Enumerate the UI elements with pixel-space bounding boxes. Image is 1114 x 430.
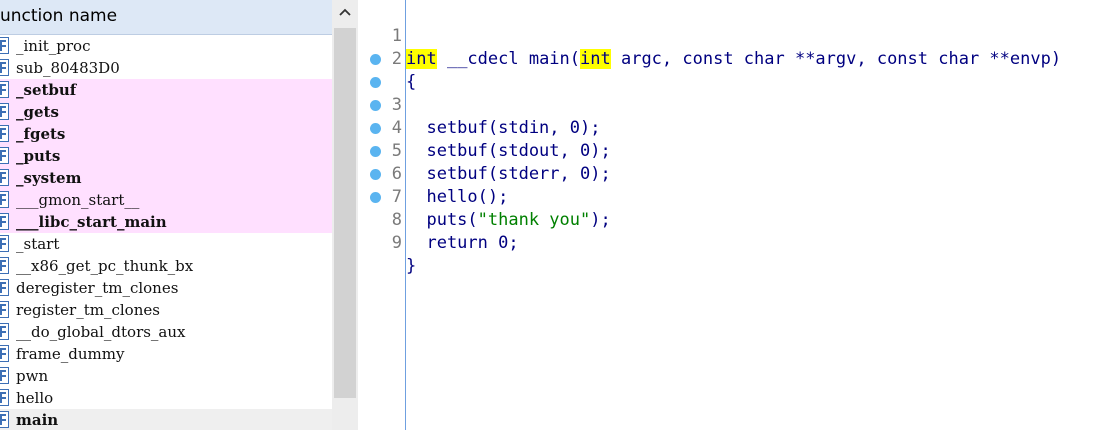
- function-icon: [0, 411, 9, 428]
- code-fragment: puts(: [406, 210, 478, 230]
- function-row[interactable]: register_tm_clones: [0, 299, 332, 321]
- breakpoint-marker[interactable]: [370, 123, 381, 134]
- function-row[interactable]: ___gmon_start__: [0, 189, 332, 211]
- code-line[interactable]: 5 setbuf(stderr, 0);: [358, 94, 1114, 184]
- breakpoint-marker[interactable]: [370, 54, 381, 65]
- function-icon: [0, 213, 9, 230]
- function-icon: [0, 37, 9, 54]
- function-name: main: [16, 411, 59, 429]
- function-icon: [0, 389, 9, 406]
- breakpoint-marker[interactable]: [370, 77, 381, 88]
- function-row[interactable]: _init_proc: [0, 35, 332, 57]
- breakpoint-marker[interactable]: [370, 169, 381, 180]
- function-row[interactable]: _puts: [0, 145, 332, 167]
- scroll-up-button[interactable]: [332, 0, 358, 26]
- function-icon: [0, 191, 9, 208]
- code-text: return 0;: [406, 233, 519, 253]
- function-name: _gets: [16, 103, 59, 121]
- breakpoint-marker[interactable]: [370, 100, 381, 111]
- function-icon: [0, 257, 9, 274]
- function-name: hello: [16, 389, 54, 407]
- function-icon: [0, 367, 9, 384]
- line-number: 9: [391, 233, 402, 253]
- function-name: ___gmon_start__: [16, 191, 140, 209]
- function-name-column-header[interactable]: unction name: [0, 0, 332, 35]
- function-name: register_tm_clones: [16, 301, 160, 319]
- function-name: _puts: [16, 147, 61, 165]
- code-text: puts("thank you");: [406, 209, 611, 232]
- function-row-selected[interactable]: main: [0, 409, 332, 430]
- function-icon: [0, 59, 9, 76]
- function-name: __do_global_dtors_aux: [16, 323, 186, 341]
- function-row[interactable]: _fgets: [0, 123, 332, 145]
- function-icon: [0, 301, 9, 318]
- function-icon: [0, 81, 9, 98]
- function-icon: [0, 169, 9, 186]
- function-icon: [0, 323, 9, 340]
- code-line[interactable]: 3 setbuf(stdin, 0);: [358, 48, 1114, 138]
- function-name: frame_dummy: [16, 345, 125, 363]
- function-name: sub_80483D0: [16, 59, 120, 77]
- function-row[interactable]: frame_dummy: [0, 343, 332, 365]
- code-line[interactable]: 4 setbuf(stdout, 0);: [358, 71, 1114, 161]
- functions-list: _init_proc sub_80483D0 _setbuf _gets _fg…: [0, 35, 332, 430]
- column-header-label: unction name: [0, 6, 118, 26]
- function-icon: [0, 103, 9, 120]
- scrollbar-thumb[interactable]: [334, 28, 356, 398]
- function-name: _init_proc: [16, 37, 91, 55]
- code-line[interactable]: 7 puts("thank you");: [358, 140, 1114, 230]
- function-name: ___libc_start_main: [16, 213, 167, 231]
- code-line[interactable]: 9 }: [358, 186, 1114, 276]
- chevron-up-icon: [339, 8, 351, 16]
- function-icon: [0, 125, 9, 142]
- code-fragment: );: [590, 210, 611, 230]
- function-icon: [0, 345, 9, 362]
- function-row[interactable]: _system: [0, 167, 332, 189]
- function-row[interactable]: ___libc_start_main: [0, 211, 332, 233]
- function-row[interactable]: _gets: [0, 101, 332, 123]
- function-row[interactable]: pwn: [0, 365, 332, 387]
- function-name: _system: [16, 169, 82, 187]
- functions-panel: unction name _init_proc sub_80483D0 _set…: [0, 0, 358, 430]
- code-line[interactable]: 2 {: [358, 25, 1114, 92]
- function-name: __x86_get_pc_thunk_bx: [16, 257, 194, 275]
- string-literal: "thank you": [477, 210, 591, 230]
- function-icon: [0, 235, 9, 252]
- code-text: }: [406, 256, 417, 276]
- function-row[interactable]: _start: [0, 233, 332, 255]
- pseudocode-view[interactable]: 1 int __cdecl main(int argc, const char …: [358, 0, 1114, 430]
- function-row[interactable]: __do_global_dtors_aux: [0, 321, 332, 343]
- function-row[interactable]: _setbuf: [0, 79, 332, 101]
- function-row[interactable]: deregister_tm_clones: [0, 277, 332, 299]
- function-icon: [0, 279, 9, 296]
- breakpoint-marker[interactable]: [370, 146, 381, 157]
- function-name: deregister_tm_clones: [16, 279, 179, 297]
- code-line[interactable]: 1 int __cdecl main(int argc, const char …: [358, 2, 1114, 69]
- function-name: _fgets: [16, 125, 66, 143]
- vertical-scrollbar[interactable]: [332, 0, 358, 430]
- function-name: _setbuf: [16, 81, 77, 99]
- function-row[interactable]: __x86_get_pc_thunk_bx: [0, 255, 332, 277]
- function-name: pwn: [16, 367, 49, 385]
- breakpoint-marker[interactable]: [370, 192, 381, 203]
- code-line[interactable]: 6 hello();: [358, 117, 1114, 207]
- function-name: _start: [16, 235, 60, 253]
- function-row[interactable]: hello: [0, 387, 332, 409]
- function-icon: [0, 147, 9, 164]
- code-line[interactable]: 8 return 0;: [358, 163, 1114, 253]
- function-row[interactable]: sub_80483D0: [0, 57, 332, 79]
